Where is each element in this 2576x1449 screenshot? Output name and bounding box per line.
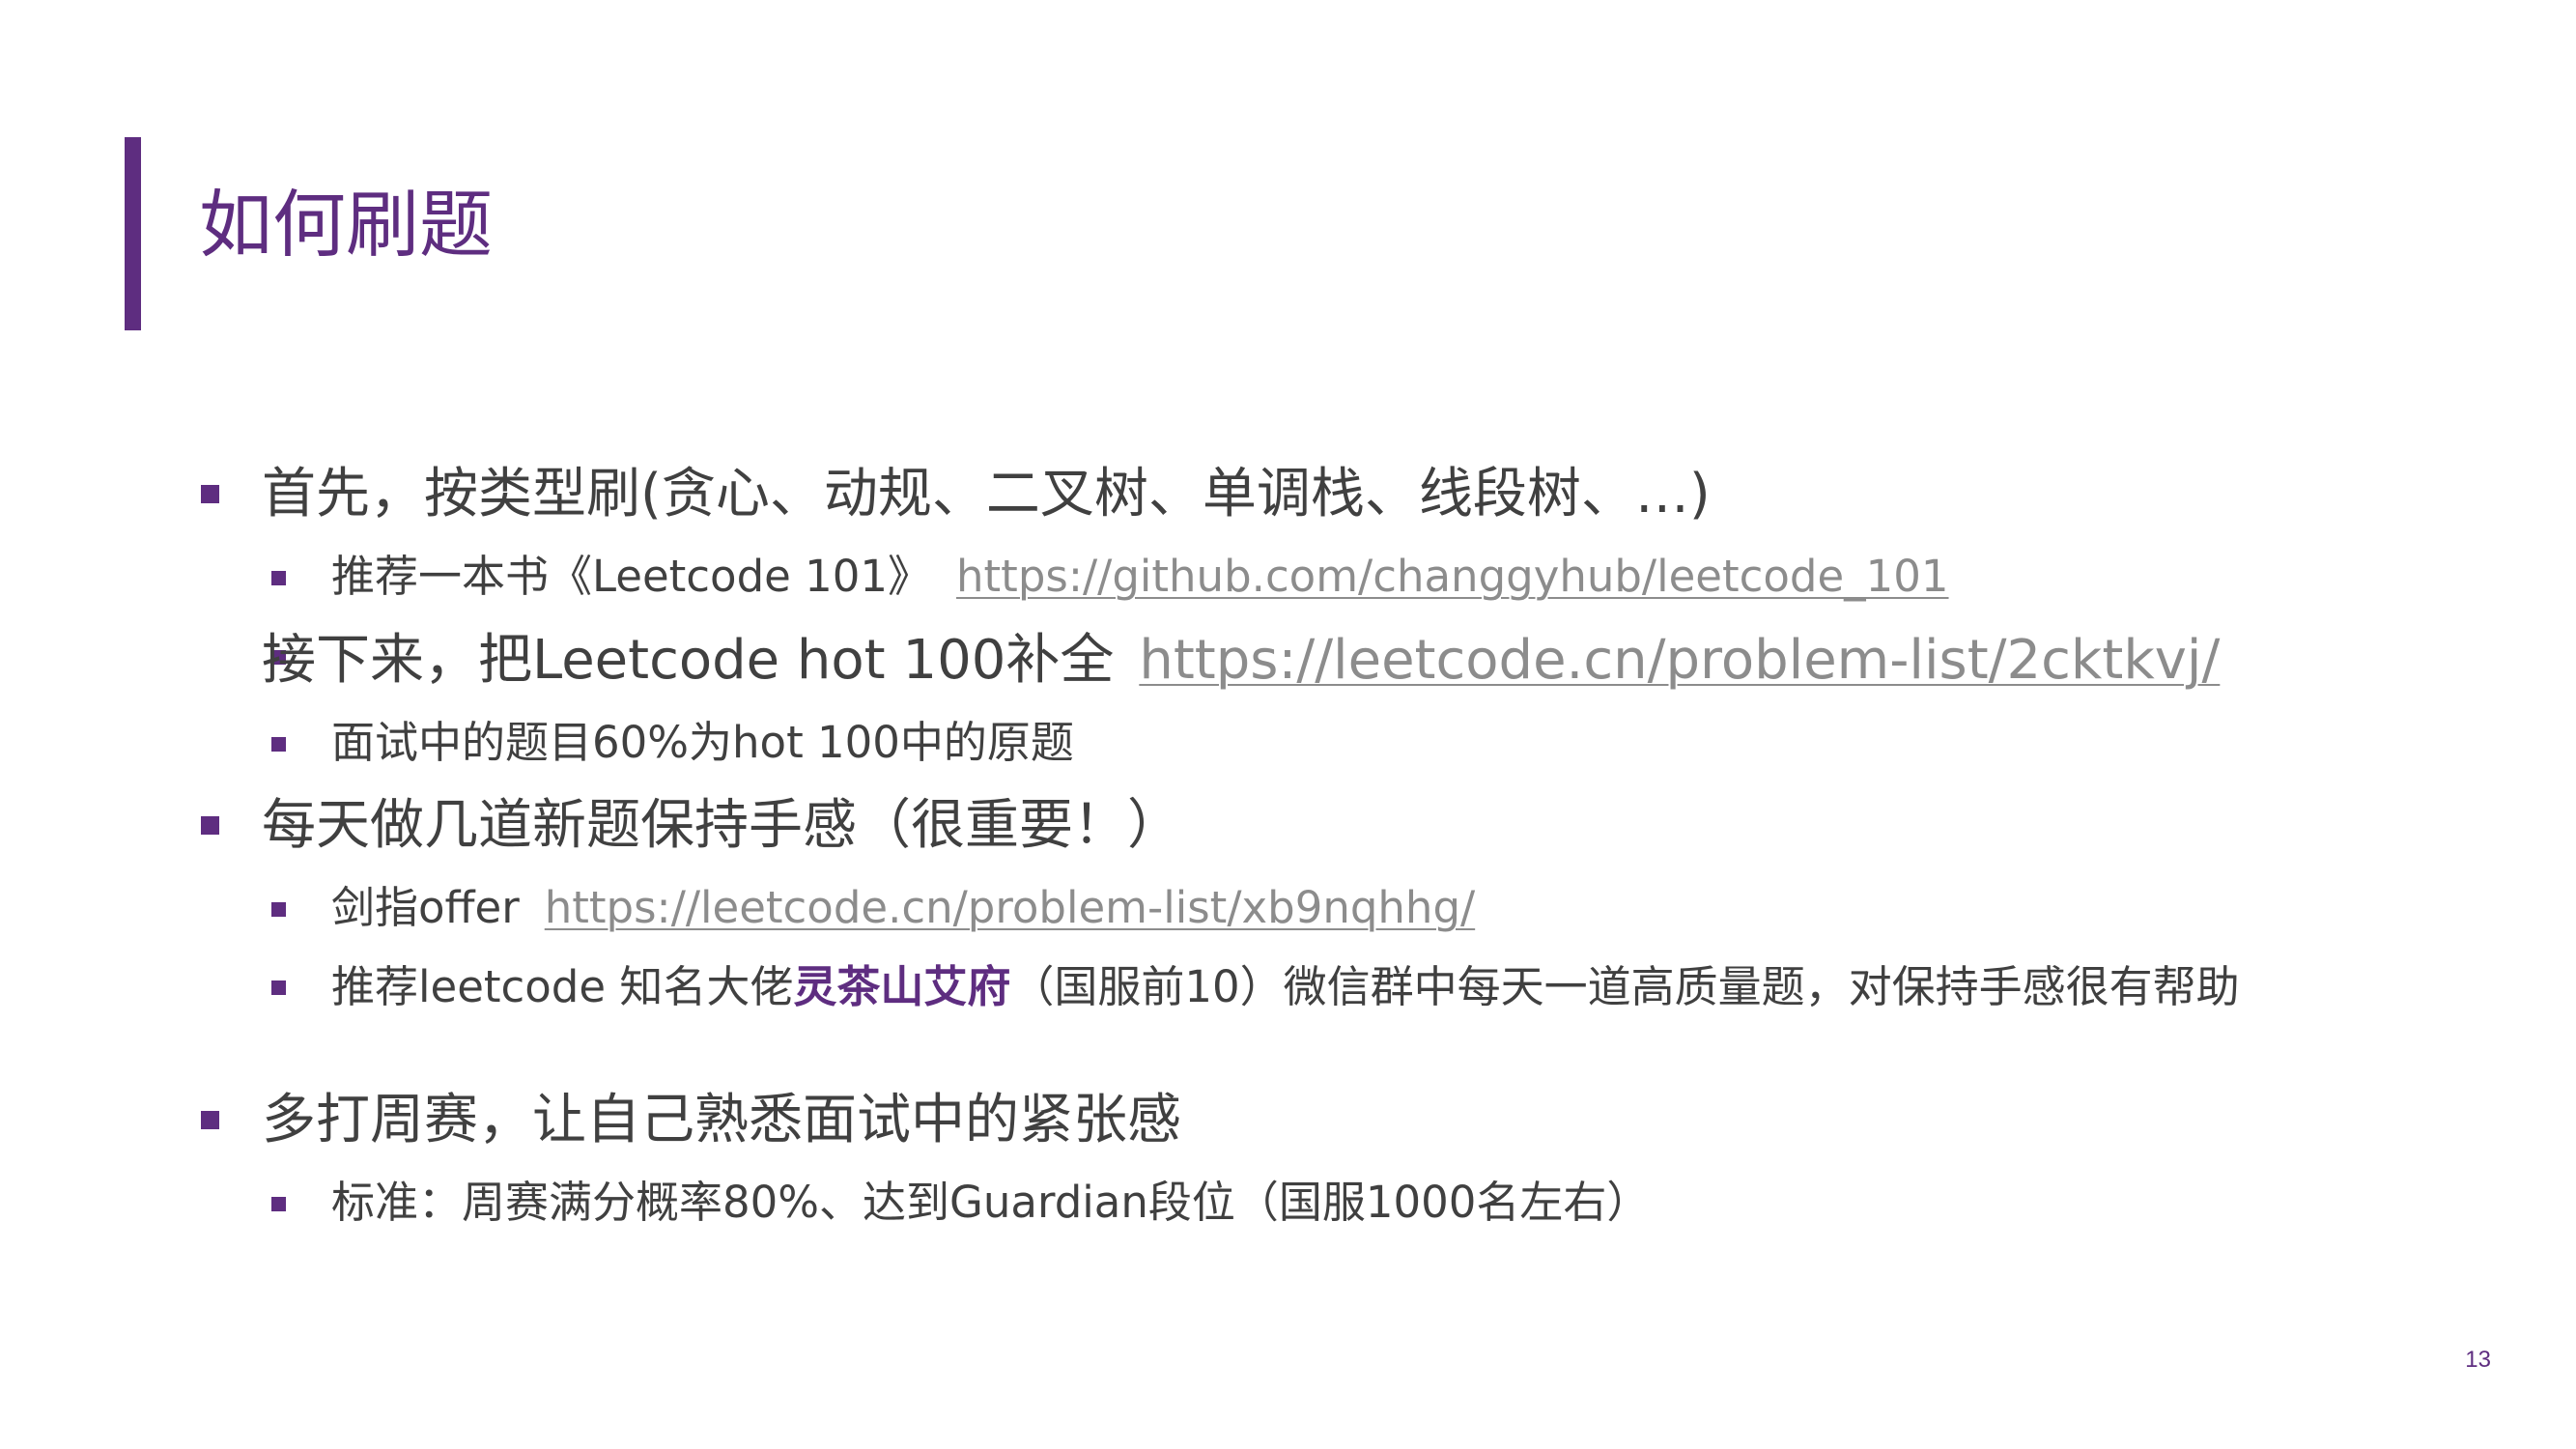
github-link[interactable]: https://github.com/changgyhub/leetcode_1…	[956, 551, 1949, 602]
bullet-text: 每天做几道新题保持手感（很重要！）	[262, 794, 1181, 857]
sub-bullet-marker	[271, 902, 286, 917]
title-accent-bar	[125, 137, 141, 330]
highlighted-name: 灵茶山艾府	[793, 961, 1011, 1012]
bullet-text: 剑指offer	[331, 882, 520, 933]
sub-bullet-marker	[271, 737, 286, 752]
bullet-marker	[201, 485, 219, 503]
jianzhi-offer-link[interactable]: https://leetcode.cn/problem-list/xb9nqhh…	[545, 882, 1475, 933]
sub-bullet-marker	[271, 571, 286, 585]
slide-title: 如何刷题	[199, 182, 493, 268]
sub-bullet-item-1: 推荐一本书《Leetcode 101》 https://github.com/ch…	[331, 554, 1949, 598]
sub-bullet-item-5: 标准：周赛满分概率80%、达到Guardian段位（国服1000名左右）	[331, 1180, 1650, 1224]
bullet-item-3: 每天做几道新题保持手感（很重要！）	[262, 799, 1181, 853]
sub-bullet-marker	[271, 980, 286, 995]
bullet-text: 推荐leetcode 知名大佬	[331, 961, 794, 1012]
bullet-item-1: 首先，按类型刷(贪心、动规、二叉树、单调栈、线段树、…)	[262, 468, 1711, 522]
bullet-item-4: 多打周赛，让自己熟悉面试中的紧张感	[262, 1094, 1181, 1148]
bullet-marker	[201, 1111, 219, 1129]
bullet-text: 推荐一本书《Leetcode 101》	[331, 551, 932, 602]
bullet-text: 接下来，把Leetcode hot 100补全	[262, 629, 1115, 692]
hot100-link[interactable]: https://leetcode.cn/problem-list/2cktkvj…	[1139, 629, 2220, 692]
bullet-marker	[201, 816, 219, 835]
sub-bullet-item-3: 剑指offer https://leetcode.cn/problem-list/…	[331, 886, 1475, 929]
sub-bullet-marker	[271, 1197, 286, 1211]
bullet-text: 多打周赛，让自己熟悉面试中的紧张感	[262, 1089, 1181, 1151]
bullet-text: 首先，按类型刷(贪心、动规、二叉树、单调栈、线段树、…)	[262, 463, 1711, 526]
bullet-text: 面试中的题目60%为hot 100中的原题	[331, 717, 1074, 768]
page-number: 13	[2465, 1347, 2491, 1373]
bullet-item-2: 接下来，把Leetcode hot 100补全 https://leetcode.…	[262, 634, 2220, 688]
bullet-text: （国服前10）微信群中每天一道高质量题，对保持手感很有帮助	[1010, 961, 2240, 1012]
sub-bullet-item-4: 推荐leetcode 知名大佬灵茶山艾府（国服前10）微信群中每天一道高质量题，…	[331, 962, 2398, 1012]
bullet-text: 标准：周赛满分概率80%、达到Guardian段位（国服1000名左右）	[331, 1177, 1651, 1228]
sub-bullet-item-2: 面试中的题目60%为hot 100中的原题	[331, 721, 1074, 764]
